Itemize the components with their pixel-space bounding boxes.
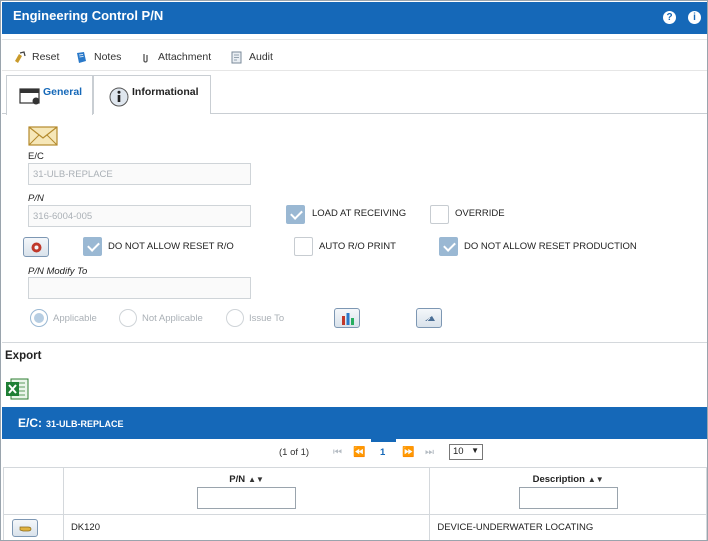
ec-field[interactable]: 31-ULB-REPLACE [28,163,251,185]
do-not-allow-reset-ro-checkbox[interactable] [83,237,102,256]
not-applicable-label: Not Applicable [142,313,203,324]
reset-button[interactable]: Reset [13,49,59,65]
not-applicable-radio[interactable] [119,309,137,327]
paperclip-icon [143,53,148,63]
next-page-icon[interactable]: ⏩ [402,447,414,458]
pn-modify-to-label: P/N Modify To [28,266,88,277]
page-summary: (1 of 1) [279,447,310,458]
applicable-label: Applicable [53,313,97,324]
export-title: Export [5,350,42,362]
do-not-allow-reset-production-label: DO NOT ALLOW RESET PRODUCTION [464,241,637,252]
rows-per-page-value: 10 [453,446,464,457]
info-icon[interactable]: i [688,11,701,24]
gear-icon [31,242,42,253]
row-action-cell [3,514,64,540]
tab-general[interactable]: General [6,75,93,115]
tab-informational-label: Informational [132,86,199,98]
do-not-allow-reset-production-checkbox[interactable] [439,237,458,256]
tab-general-label: General [43,86,83,98]
auto-ro-print-checkbox[interactable] [294,237,313,256]
description-column-header[interactable]: Description ▲▼ [429,467,707,515]
tab-informational[interactable]: Informational [93,75,211,114]
override-checkbox[interactable] [430,205,449,224]
notes-button[interactable]: Notes [75,49,121,65]
toolbar: Reset Notes Attachment Audit [2,39,707,71]
window-icon [19,88,40,105]
hand-pointer-icon [19,526,32,531]
audit-icon [231,51,242,63]
do-not-allow-reset-ro-label: DO NOT ALLOW RESET R/O [108,241,234,252]
sort-icon[interactable]: ▲▼ [588,475,604,484]
pn-field[interactable]: 316-6004-005 [28,205,251,227]
pn-label: P/N [28,193,44,204]
ec-label: E/C [28,151,44,162]
page-number[interactable]: 1 [380,447,385,458]
last-page-icon[interactable]: ⏭ [425,447,434,458]
attachment-button[interactable]: Attachment [139,49,211,65]
action-column-header [3,467,64,515]
app-window: Engineering Control P/N ? i Reset Notes … [0,0,708,541]
rows-per-page-select[interactable]: 10 ▼ [449,444,483,460]
table-row[interactable]: DK120 DEVICE-UNDERWATER LOCATING [3,514,707,540]
help-icon[interactable]: ? [663,11,676,24]
dropdown-arrow-icon: ▼ [471,446,479,455]
ec-header-bar: E/C: 31-ULB-REPLACE [2,407,707,439]
issue-to-label: Issue To [249,313,285,324]
pn-cell: DK120 [62,514,431,540]
description-cell: DEVICE-UNDERWATER LOCATING [429,514,707,540]
previous-page-icon[interactable]: ⏪ [353,447,365,458]
chart-button[interactable] [334,308,360,328]
ec-bar-value: 31-ULB-REPLACE [46,419,124,429]
load-at-receiving-label: LOAD AT RECEIVING [312,208,407,219]
load-at-receiving-checkbox[interactable] [286,205,305,224]
reset-label: Reset [32,51,60,63]
info-bubble-icon [109,87,129,107]
audit-label: Audit [249,51,273,63]
bar-chart-icon [342,313,354,325]
current-page-indicator [371,439,396,442]
envelope-icon[interactable] [28,126,58,146]
reset-icon [15,50,26,63]
override-label: OVERRIDE [455,208,505,219]
pn-column-label: P/N [229,474,246,485]
pn-column-header[interactable]: P/N ▲▼ [62,467,431,515]
pn-filter-input[interactable] [197,487,297,509]
general-form: E/C 31-ULB-REPLACE P/N 316-6004-005 LOAD… [2,115,707,343]
attachment-label: Attachment [158,51,212,63]
first-page-icon[interactable]: ⏮ [333,447,342,458]
description-column-label: Description [532,474,585,485]
ec-bar-key: E/C: [18,416,42,430]
edit-row-button[interactable] [12,518,38,537]
audit-button[interactable]: Audit [230,49,273,65]
paginator: (1 of 1) ⏮ ⏪ 1 ⏩ ⏭ 10 ▼ [2,439,707,467]
description-filter-input[interactable] [518,487,618,509]
send-button[interactable] [416,308,442,328]
airplane-icon [425,316,435,322]
ec-pn-table: P/N ▲▼ Description ▲▼ DK120 DEVICE-UNDER… [3,467,707,540]
page-title: Engineering Control P/N [13,8,164,23]
title-bar: Engineering Control P/N ? i [2,2,707,34]
pn-modify-to-field[interactable] [28,277,251,299]
notes-label: Notes [94,51,122,63]
applicable-radio[interactable] [30,309,48,327]
auto-ro-print-label: AUTO R/O PRINT [319,241,396,252]
issue-to-radio[interactable] [226,309,244,327]
pn-lookup-button[interactable] [23,237,49,257]
excel-export-icon[interactable] [5,377,29,401]
notes-icon [77,51,86,63]
sort-icon[interactable]: ▲▼ [248,475,264,484]
tab-bar: General Informational [2,74,707,115]
